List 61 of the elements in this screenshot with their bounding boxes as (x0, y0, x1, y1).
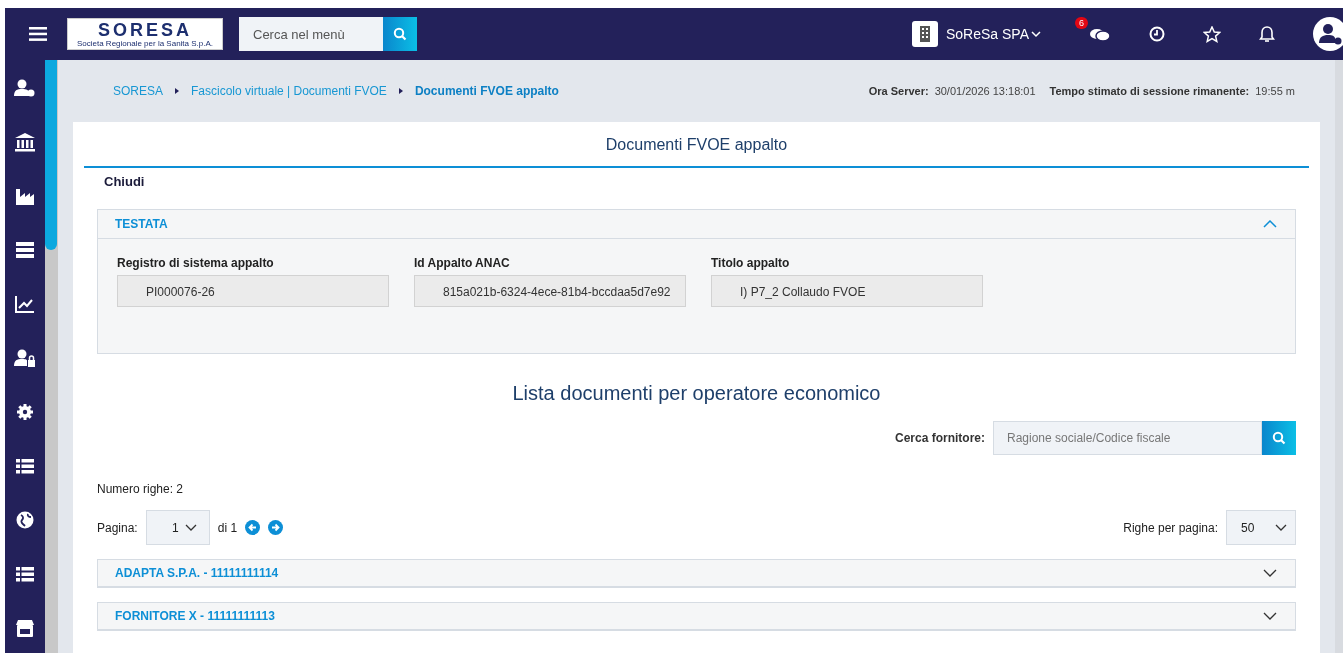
globe-icon[interactable] (14, 510, 36, 530)
page-title: Documenti FVOE appalto (84, 122, 1309, 168)
previous-page-icon[interactable] (245, 520, 261, 535)
breadcrumb-separator-icon (398, 88, 403, 94)
rows-per-page-select[interactable]: 50 (1226, 510, 1296, 545)
menu-icon[interactable] (29, 27, 47, 41)
field-label: Registro di sistema appalto (117, 256, 275, 270)
bank-icon[interactable] (14, 132, 36, 152)
list-icon[interactable] (14, 456, 36, 476)
supplier-search-field[interactable]: Ragione sociale/Codice fiscale (993, 421, 1262, 455)
list-icon[interactable] (14, 564, 36, 584)
caret-icon (1275, 524, 1287, 531)
server-time: 30/01/2026 13:18:01 (934, 85, 1036, 97)
chevron-icon[interactable] (1263, 569, 1277, 577)
message-badge: 6 (1075, 16, 1088, 29)
readonly-field[interactable]: PI000076-26 (117, 275, 389, 307)
caret-icon (1031, 30, 1041, 38)
user-lock-icon[interactable] (14, 348, 36, 368)
logo[interactable]: SORESA Societa Regionale per la Sanita S.p.A. (67, 18, 223, 50)
logo-title: SORESA (98, 20, 192, 39)
panel-title: TESTATA (115, 217, 168, 231)
page-label: Pagina: (97, 520, 138, 535)
server-icon[interactable] (14, 240, 36, 260)
clock-icon[interactable] (1149, 26, 1165, 42)
chat-icon[interactable] (1089, 26, 1111, 43)
gear-icon[interactable] (14, 402, 36, 422)
close-link[interactable]: Chiudi (84, 168, 1309, 209)
bell-icon[interactable] (1259, 25, 1275, 43)
logo-subtitle: Societa Regionale per la Sanita S.p.A. (76, 38, 214, 48)
star-icon[interactable] (1203, 25, 1221, 43)
menu-search-field[interactable]: Cerca nel menù (239, 17, 383, 51)
chart-icon[interactable] (14, 294, 36, 314)
row-count: Numero righe: 2 (97, 482, 185, 496)
field-label: Titolo appalto (711, 256, 791, 270)
supplier-name: FORNITORE X - 11111111113 (115, 609, 275, 623)
readonly-field[interactable]: 815a021b-6324-4ece-81b4-bccdaa5d7e92 (414, 275, 686, 307)
server-time-label: Ora Server: (868, 85, 929, 97)
search-button[interactable] (1262, 421, 1296, 455)
page-scrollbar[interactable] (1335, 60, 1343, 653)
search-icon (393, 27, 407, 41)
breadcrumb-separator-icon (175, 88, 179, 94)
next-page-icon[interactable] (268, 520, 284, 535)
search-icon (1272, 431, 1286, 445)
rows-per-page-label: Righe per pagina: (1123, 520, 1218, 535)
building-icon[interactable] (912, 21, 938, 47)
caret-icon (184, 524, 197, 531)
page-total: di 1 (217, 520, 238, 535)
session-time-label: Tempo stimato di sessione rimanente: (1049, 85, 1250, 97)
search-button[interactable] (383, 17, 417, 51)
field-label: Id Appalto ANAC (414, 256, 511, 270)
scrollbar-thumb[interactable] (45, 60, 57, 250)
supplier-search-label: Cerca fornitore: (894, 431, 985, 445)
company-dropdown[interactable]: SoReSa SPA (946, 26, 1041, 42)
list-title: Lista documenti per operatore economico (511, 382, 882, 405)
chevron-icon[interactable] (1263, 612, 1277, 620)
store-icon[interactable] (14, 618, 36, 638)
session-time: 19:55 m (1255, 85, 1295, 97)
factory-icon[interactable] (14, 186, 36, 206)
readonly-field[interactable]: I) P7_2 Collaudo FVOE (711, 275, 983, 307)
supplier-name: ADAPTA S.P.A. - 11111111114 (115, 566, 279, 580)
page-select[interactable]: 1 (145, 510, 210, 545)
